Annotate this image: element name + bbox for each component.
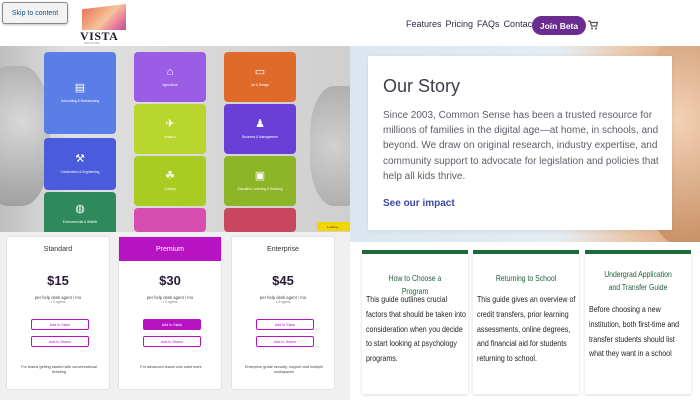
guide-accent-bar: [473, 250, 579, 254]
tile-pink[interactable]: [134, 208, 206, 232]
plan-card-standard: Standard $15 per help desk agent / mo 1-…: [6, 236, 110, 390]
guide-accent-bar: [362, 250, 468, 254]
guide-card-returning[interactable]: Returning to School This guide gives an …: [473, 250, 579, 394]
nav-faqs[interactable]: FAQs: [477, 19, 500, 29]
tile-art-design[interactable]: ▭ Art & Design: [224, 52, 296, 102]
clipboard-icon: ▤: [74, 82, 86, 94]
plan-per-detail: 1-5 agents: [162, 300, 178, 304]
hero-background-figure: [0, 66, 50, 206]
wrench-icon: ⚒: [75, 153, 85, 165]
tile-culinary[interactable]: ☘ Culinary: [134, 156, 206, 206]
plan-name: Standard: [43, 245, 73, 253]
add-to-slack-button[interactable]: Add to Slack: [31, 319, 89, 330]
page: Skip to content VISTA INSTITUTE Features…: [0, 0, 700, 400]
nav-pricing[interactable]: Pricing: [446, 19, 474, 29]
plan-price: $30: [159, 273, 181, 288]
corner-badge: Loading...: [317, 222, 350, 231]
add-to-slack-button[interactable]: Add to Slack: [143, 319, 201, 330]
guide-title[interactable]: Undergrad Application and Transfer Guide: [598, 268, 678, 294]
plan-name: Enterprise: [267, 245, 299, 253]
main-nav: Features Pricing FAQs Contact: [406, 19, 535, 29]
plan-per-detail: 1-5 agents: [50, 300, 66, 304]
plan-description: Enterprise grade security, support and m…: [244, 365, 324, 374]
hero-program-grid: ▤ Accounting & Bookkeeping ⌂ Agriculture…: [0, 46, 350, 232]
nav-contact[interactable]: Contact: [504, 19, 535, 29]
guide-card-choose-program[interactable]: How to Choose a Program This guide outli…: [362, 250, 468, 394]
guide-text: This guide gives an overview of credit t…: [477, 294, 576, 364]
guide-card-transfer[interactable]: Undergrad Application and Transfer Guide…: [585, 250, 691, 394]
plan-card-premium: Premium $30 per help desk agent / mo 1-5…: [118, 236, 222, 390]
cart-icon[interactable]: [587, 19, 599, 31]
plan-per-detail: 1-5 agents: [275, 300, 291, 304]
tile-red[interactable]: [224, 208, 296, 232]
tile-construction[interactable]: ⚒ Construction & Engineering: [44, 138, 116, 190]
barn-icon: ⌂: [166, 66, 174, 78]
see-our-impact-link[interactable]: See our impact: [383, 198, 455, 209]
plan-description: For advanced teams who want more: [140, 365, 202, 369]
globe-icon: ◍: [75, 203, 85, 215]
vista-logo[interactable]: VISTA INSTITUTE: [78, 4, 130, 45]
add-to-slack-button[interactable]: Add to Slack: [256, 319, 314, 330]
join-beta-button[interactable]: Join Beta: [532, 16, 586, 35]
plan-card-enterprise: Enterprise $45 per help desk agent / mo …: [231, 236, 335, 390]
story-title: Our Story: [383, 76, 461, 96]
nav-features[interactable]: Features: [406, 19, 442, 29]
plan-name: Premium: [119, 237, 221, 261]
teacher-icon: ▣: [254, 170, 266, 182]
team-icon: ♟: [255, 118, 265, 130]
story-body: Since 2003, Common Sense has been a trus…: [383, 110, 659, 182]
skip-to-content-link[interactable]: Skip to content: [2, 2, 68, 24]
hero-background-figure-right: [310, 86, 350, 206]
plan-price: $15: [47, 273, 69, 288]
guide-text: This guide outlines crucial factors that…: [366, 294, 466, 364]
logo-subtitle: INSTITUTE: [84, 41, 100, 45]
guide-text: Before choosing a new institution, both …: [589, 304, 680, 359]
plan-price: $45: [272, 273, 294, 288]
tile-environmental[interactable]: ◍ Environmental & Wildlife: [44, 192, 116, 232]
tile-accounting[interactable]: ▤ Accounting & Bookkeeping: [44, 52, 116, 134]
chef-icon: ☘: [165, 170, 175, 182]
add-to-teams-button[interactable]: Add to Teams: [31, 336, 89, 347]
add-to-teams-button[interactable]: Add to Teams: [143, 336, 201, 347]
monitor-icon: ▭: [254, 66, 266, 78]
add-to-teams-button[interactable]: Add to Teams: [256, 336, 314, 347]
tile-education[interactable]: ▣ Education, Learning & Teaching: [224, 156, 296, 206]
airplane-icon: ✈: [165, 118, 175, 130]
tile-business[interactable]: ♟ Business & Management: [224, 104, 296, 154]
logo-mark-icon: [82, 4, 126, 30]
tile-aviation[interactable]: ✈ Aviation: [134, 104, 206, 154]
guide-accent-bar: [585, 250, 691, 254]
site-header: Skip to content VISTA INSTITUTE Features…: [0, 0, 700, 46]
plan-description: For teams getting started with conversat…: [21, 365, 97, 374]
guide-title[interactable]: Returning to School: [486, 272, 566, 285]
tile-agriculture[interactable]: ⌂ Agriculture: [134, 52, 206, 102]
